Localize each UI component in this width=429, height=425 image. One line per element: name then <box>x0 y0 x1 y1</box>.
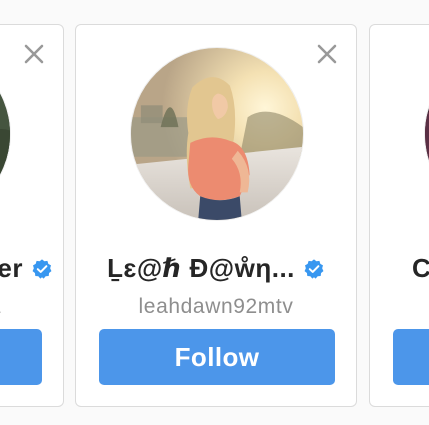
verified-badge-icon <box>31 258 53 280</box>
follow-button[interactable] <box>0 329 42 385</box>
close-icon[interactable] <box>23 43 45 65</box>
name-row: Ḻɛ@ℏ Đ@ẘη... <box>76 253 356 284</box>
suggestion-card: Ḻɛ@ℏ Đ@ẘη... leahdawn92mtv Follow <box>75 24 357 407</box>
name-row: er <box>0 253 63 284</box>
follow-button[interactable] <box>393 329 429 385</box>
verified-badge-icon <box>303 258 325 280</box>
close-icon[interactable] <box>316 43 338 65</box>
avatar[interactable] <box>130 47 304 221</box>
display-name[interactable]: Ḻɛ@ℏ Đ@ẘη... <box>107 253 295 284</box>
suggestion-card-left: er a <box>0 24 64 407</box>
username: leahdawn92mtv <box>138 295 294 318</box>
display-name[interactable]: er <box>0 253 23 284</box>
follow-button[interactable]: Follow <box>99 329 335 385</box>
avatar[interactable] <box>0 47 11 221</box>
display-name[interactable]: C <box>412 253 429 284</box>
avatar[interactable] <box>424 47 429 221</box>
suggestions-carousel: er a <box>0 0 429 425</box>
suggestion-card-right: C <box>369 24 429 407</box>
username: a <box>0 295 63 319</box>
name-row: C <box>370 253 429 284</box>
